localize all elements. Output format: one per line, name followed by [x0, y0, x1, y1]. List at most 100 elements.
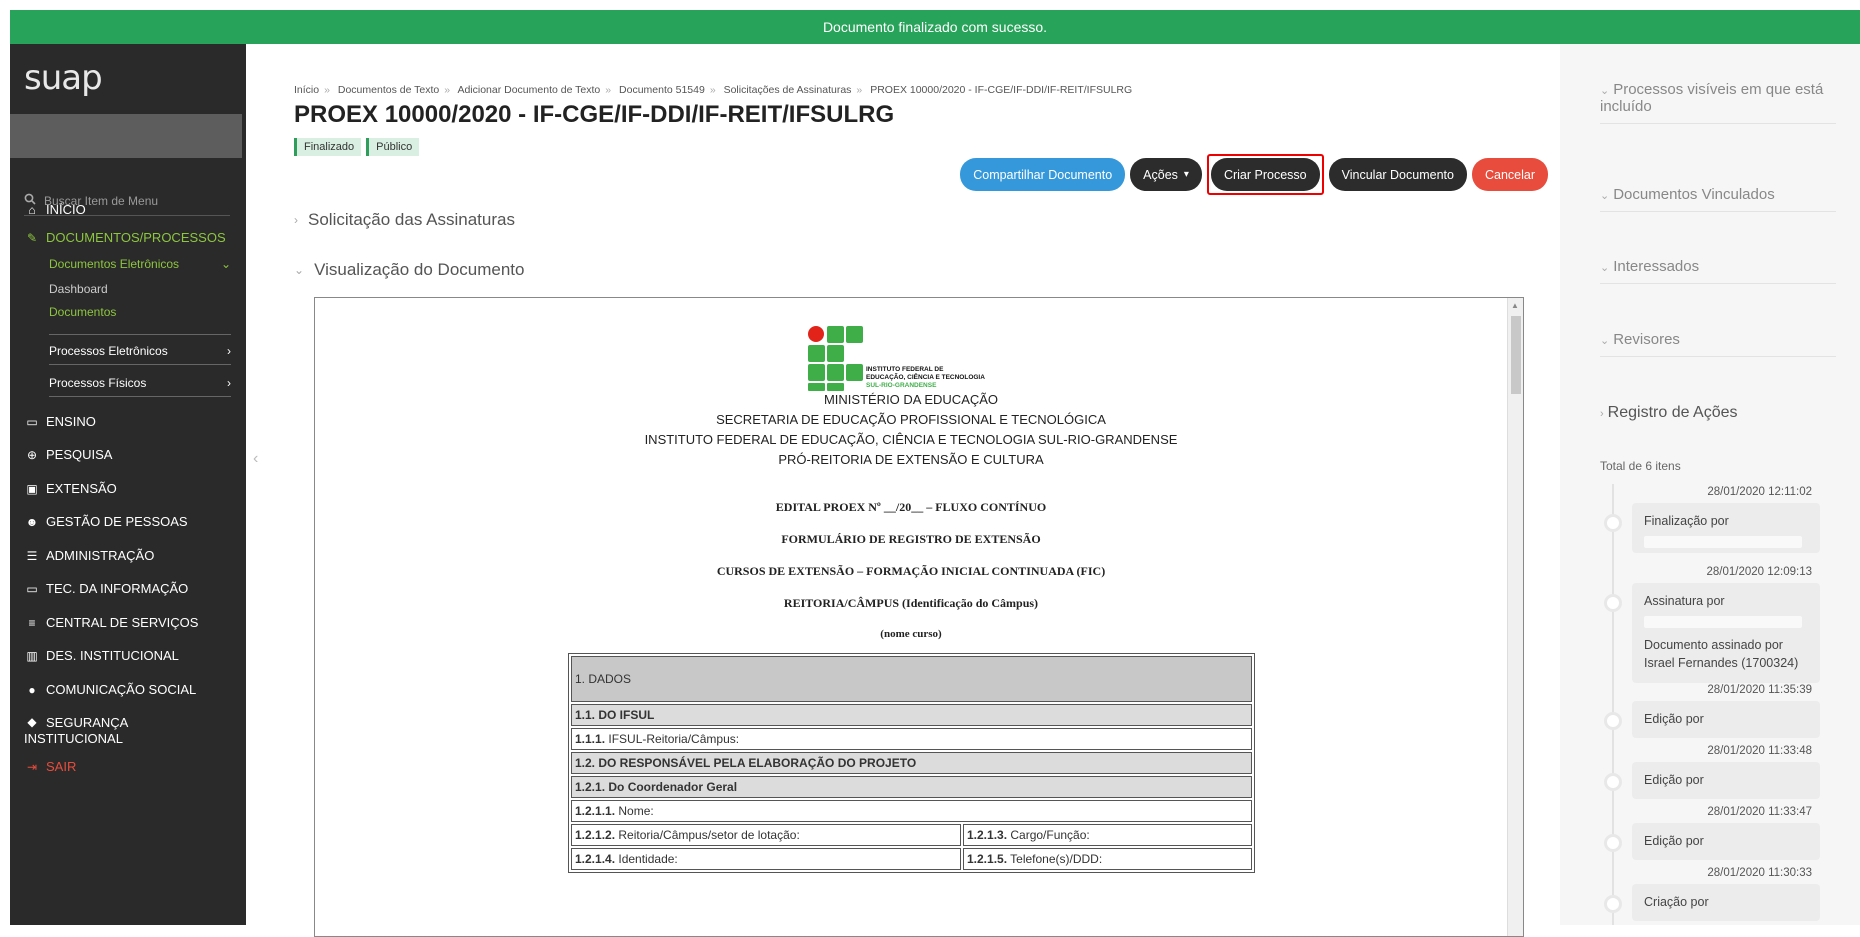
edital-title: EDITAL PROEX Nº __/20__ – FLUXO CONTÍNUO: [775, 500, 1047, 514]
globe-icon: ⊕: [26, 447, 38, 462]
breadcrumb-link[interactable]: Documento 51549: [619, 84, 705, 96]
nome-curso: (nome curso): [880, 628, 942, 640]
right-panel: ⌄ Processos visíveis em que está incluído…: [1560, 44, 1860, 925]
scroll-up-icon[interactable]: ▲: [1511, 301, 1519, 310]
vincular-documento-button[interactable]: Vincular Documento: [1328, 158, 1467, 191]
table-row: 1.1. DO IFSUL: [571, 704, 1252, 726]
table-row: 1.2.1.2. Reitoria/Câmpus/setor de lotaçã…: [571, 824, 1252, 846]
submenu-processos-fisicos[interactable]: Processos Físicos ›: [49, 376, 231, 390]
table-row: 1.2. DO RESPONSÁVEL PELA ELABORAÇÃO DO P…: [571, 752, 1252, 774]
menu-item-inicio[interactable]: ⌂ INÍCIO: [24, 202, 85, 217]
status-badge: Finalizado: [294, 138, 362, 156]
breadcrumb-link[interactable]: Solicitações de Assinaturas: [724, 84, 852, 96]
breadcrumb-current: PROEX 10000/2020 - IF-CGE/IF-DDI/IF-REIT…: [870, 84, 1133, 96]
document-header: MINISTÉRIO DA EDUCAÇÃO SECRETARIA DE EDU…: [644, 392, 1178, 467]
chat-icon: ●: [28, 682, 36, 697]
timeline-card: Edição por: [1632, 823, 1820, 860]
menu-item-des-institucional[interactable]: ▥ DES. INSTITUCIONAL: [24, 648, 179, 663]
compartilhar-documento-button[interactable]: Compartilhar Documento: [960, 158, 1126, 191]
timeline-dot: [1604, 594, 1622, 612]
menu-icon: ≡: [28, 615, 36, 630]
document-viewer[interactable]: INSTITUTO FEDERAL DE EDUCAÇÃO, CIÊNCIA E…: [314, 297, 1524, 937]
section-solicitacao-assinaturas[interactable]: › Solicitação das Assinaturas: [294, 210, 515, 230]
timeline-card: Criação por: [1632, 884, 1820, 921]
scrollbar-thumb[interactable]: [1511, 316, 1521, 394]
section-documentos-vinculados[interactable]: ⌄ Documentos Vinculados: [1600, 186, 1836, 212]
submenu-divider: [49, 396, 231, 397]
timeline-timestamp: 28/01/2020 11:35:39: [1707, 684, 1812, 696]
menu-item-extensao[interactable]: ▣ EXTENSÃO: [24, 481, 116, 496]
timeline-dot: [1604, 895, 1622, 913]
menu-item-tec-informacao[interactable]: ▭ TEC. DA INFORMAÇÃO: [24, 581, 188, 596]
menu-item-documentos-processos[interactable]: ✎ DOCUMENTOS/PROCESSOS: [24, 230, 226, 245]
menu-item-ensino[interactable]: ▭ ENSINO: [24, 414, 96, 429]
table-row: 1. DADOS: [571, 656, 1252, 702]
action-buttons: Compartilhar Documento Ações ▾ Criar Proc…: [960, 154, 1548, 195]
timeline-dot: [1604, 712, 1622, 730]
laptop-icon: ▭: [26, 581, 38, 596]
section-registro-acoes[interactable]: › Registro de Ações: [1600, 404, 1836, 430]
menu-item-seguranca-line2: INSTITUCIONAL: [24, 731, 123, 746]
menu-item-central-servicos[interactable]: ≡ CENTRAL DE SERVIÇOS: [24, 615, 198, 630]
timeline-timestamp: 28/01/2020 11:30:33: [1707, 867, 1812, 879]
highlight-box: Criar Processo: [1206, 154, 1324, 195]
breadcrumb-link[interactable]: Documentos de Texto: [338, 84, 439, 96]
timeline-timestamp: 28/01/2020 12:11:02: [1707, 486, 1812, 498]
criar-processo-button[interactable]: Criar Processo: [1210, 158, 1320, 191]
table-row: 1.2.1.1. Nome:: [571, 800, 1252, 822]
timeline-dot: [1604, 834, 1622, 852]
main-content: Início» Documentos de Texto» Adicionar D…: [250, 44, 1560, 937]
timeline-timestamp: 28/01/2020 11:33:48: [1707, 745, 1812, 757]
chevron-down-icon: ⌄: [1600, 262, 1610, 274]
total-items: Total de 6 itens: [1600, 459, 1681, 473]
user-profile-box[interactable]: [10, 114, 242, 158]
chevron-down-icon: ⌄: [220, 257, 231, 271]
submenu-documentos[interactable]: Documentos: [49, 305, 116, 319]
chevron-down-icon: ▾: [1183, 169, 1189, 180]
chevron-down-icon: ⌄: [1600, 85, 1610, 97]
timeline-card: Finalização por: [1632, 503, 1820, 553]
breadcrumb: Início» Documentos de Texto» Adicionar D…: [294, 84, 1133, 96]
status-tags: Finalizado Público: [294, 138, 420, 156]
people-icon: ☻: [25, 514, 39, 529]
section-processos-visiveis[interactable]: ⌄ Processos visíveis em que está incluído: [1600, 82, 1836, 124]
document-icon: ✎: [26, 230, 38, 245]
table-row: 1.2.1. Do Coordenador Geral: [571, 776, 1252, 798]
chevron-right-icon: ›: [1600, 408, 1604, 420]
timeline-card: Assinatura por Documento assinado por Isr…: [1632, 583, 1820, 683]
menu-item-gestao-pessoas[interactable]: ☻ GESTÃO DE PESSOAS: [24, 514, 188, 529]
menu-item-sair[interactable]: ⇥ SAIR: [24, 759, 76, 774]
reitoria-title: REITORIA/CÂMPUS (Identificação do Câmpus…: [783, 596, 1039, 610]
section-revisores[interactable]: ⌄ Revisores: [1600, 331, 1836, 357]
acoes-dropdown-button[interactable]: Ações ▾: [1130, 158, 1202, 191]
section-visualizacao-documento[interactable]: ⌄ Visualização do Documento: [294, 260, 525, 280]
timeline-timestamp: 28/01/2020 12:09:13: [1706, 566, 1812, 578]
timeline-timestamp: 28/01/2020 11:33:47: [1707, 806, 1812, 818]
submenu-dashboard[interactable]: Dashboard: [49, 282, 108, 296]
cursos-title: CURSOS DE EXTENSÃO – FORMAÇÃO INICIAL CO…: [716, 564, 1106, 578]
submenu-documentos-eletronicos[interactable]: Documentos Eletrônicos ⌄: [49, 257, 231, 271]
submenu-divider: [49, 364, 231, 365]
suap-logo[interactable]: suap: [24, 58, 103, 98]
teaching-icon: ▭: [26, 414, 38, 429]
submenu-processos-eletronicos[interactable]: Processos Eletrônicos ›: [49, 344, 231, 358]
menu-item-administracao[interactable]: ☰ ADMINISTRAÇÃO: [24, 548, 155, 563]
menu-item-comunicacao-social[interactable]: ● COMUNICAÇÃO SOCIAL: [24, 682, 196, 697]
chevron-down-icon: ⌄: [294, 263, 305, 277]
ifsul-logo: INSTITUTO FEDERAL DE EDUCAÇÃO, CIÊNCIA E…: [808, 326, 988, 391]
cancelar-button[interactable]: Cancelar: [1471, 158, 1548, 191]
logout-icon: ⇥: [26, 759, 38, 774]
chart-icon: ▥: [26, 648, 38, 663]
timeline-line: [1612, 484, 1614, 925]
menu-item-seguranca-institucional[interactable]: ◆ SEGURANÇA: [24, 715, 128, 730]
list-icon: ☰: [26, 548, 38, 563]
breadcrumb-link[interactable]: Início: [294, 84, 319, 96]
document-scrollbar[interactable]: ▲: [1507, 298, 1523, 936]
menu-item-pesquisa[interactable]: ⊕ PESQUISA: [24, 447, 113, 462]
dados-table: 1. DADOS 1.1. DO IFSUL 1.1.1. IFSUL-Reit…: [568, 653, 1255, 873]
breadcrumb-link[interactable]: Adicionar Documento de Texto: [457, 84, 600, 96]
sidebar: suap ⌂INÍCIO ✎DOCUMENTOS/PROCESSOS Docum…: [10, 44, 246, 925]
chevron-down-icon: ⌄: [1600, 335, 1610, 347]
success-notification: Documento finalizado com sucesso.: [10, 10, 1860, 44]
section-interessados[interactable]: ⌄ Interessados: [1600, 258, 1836, 284]
